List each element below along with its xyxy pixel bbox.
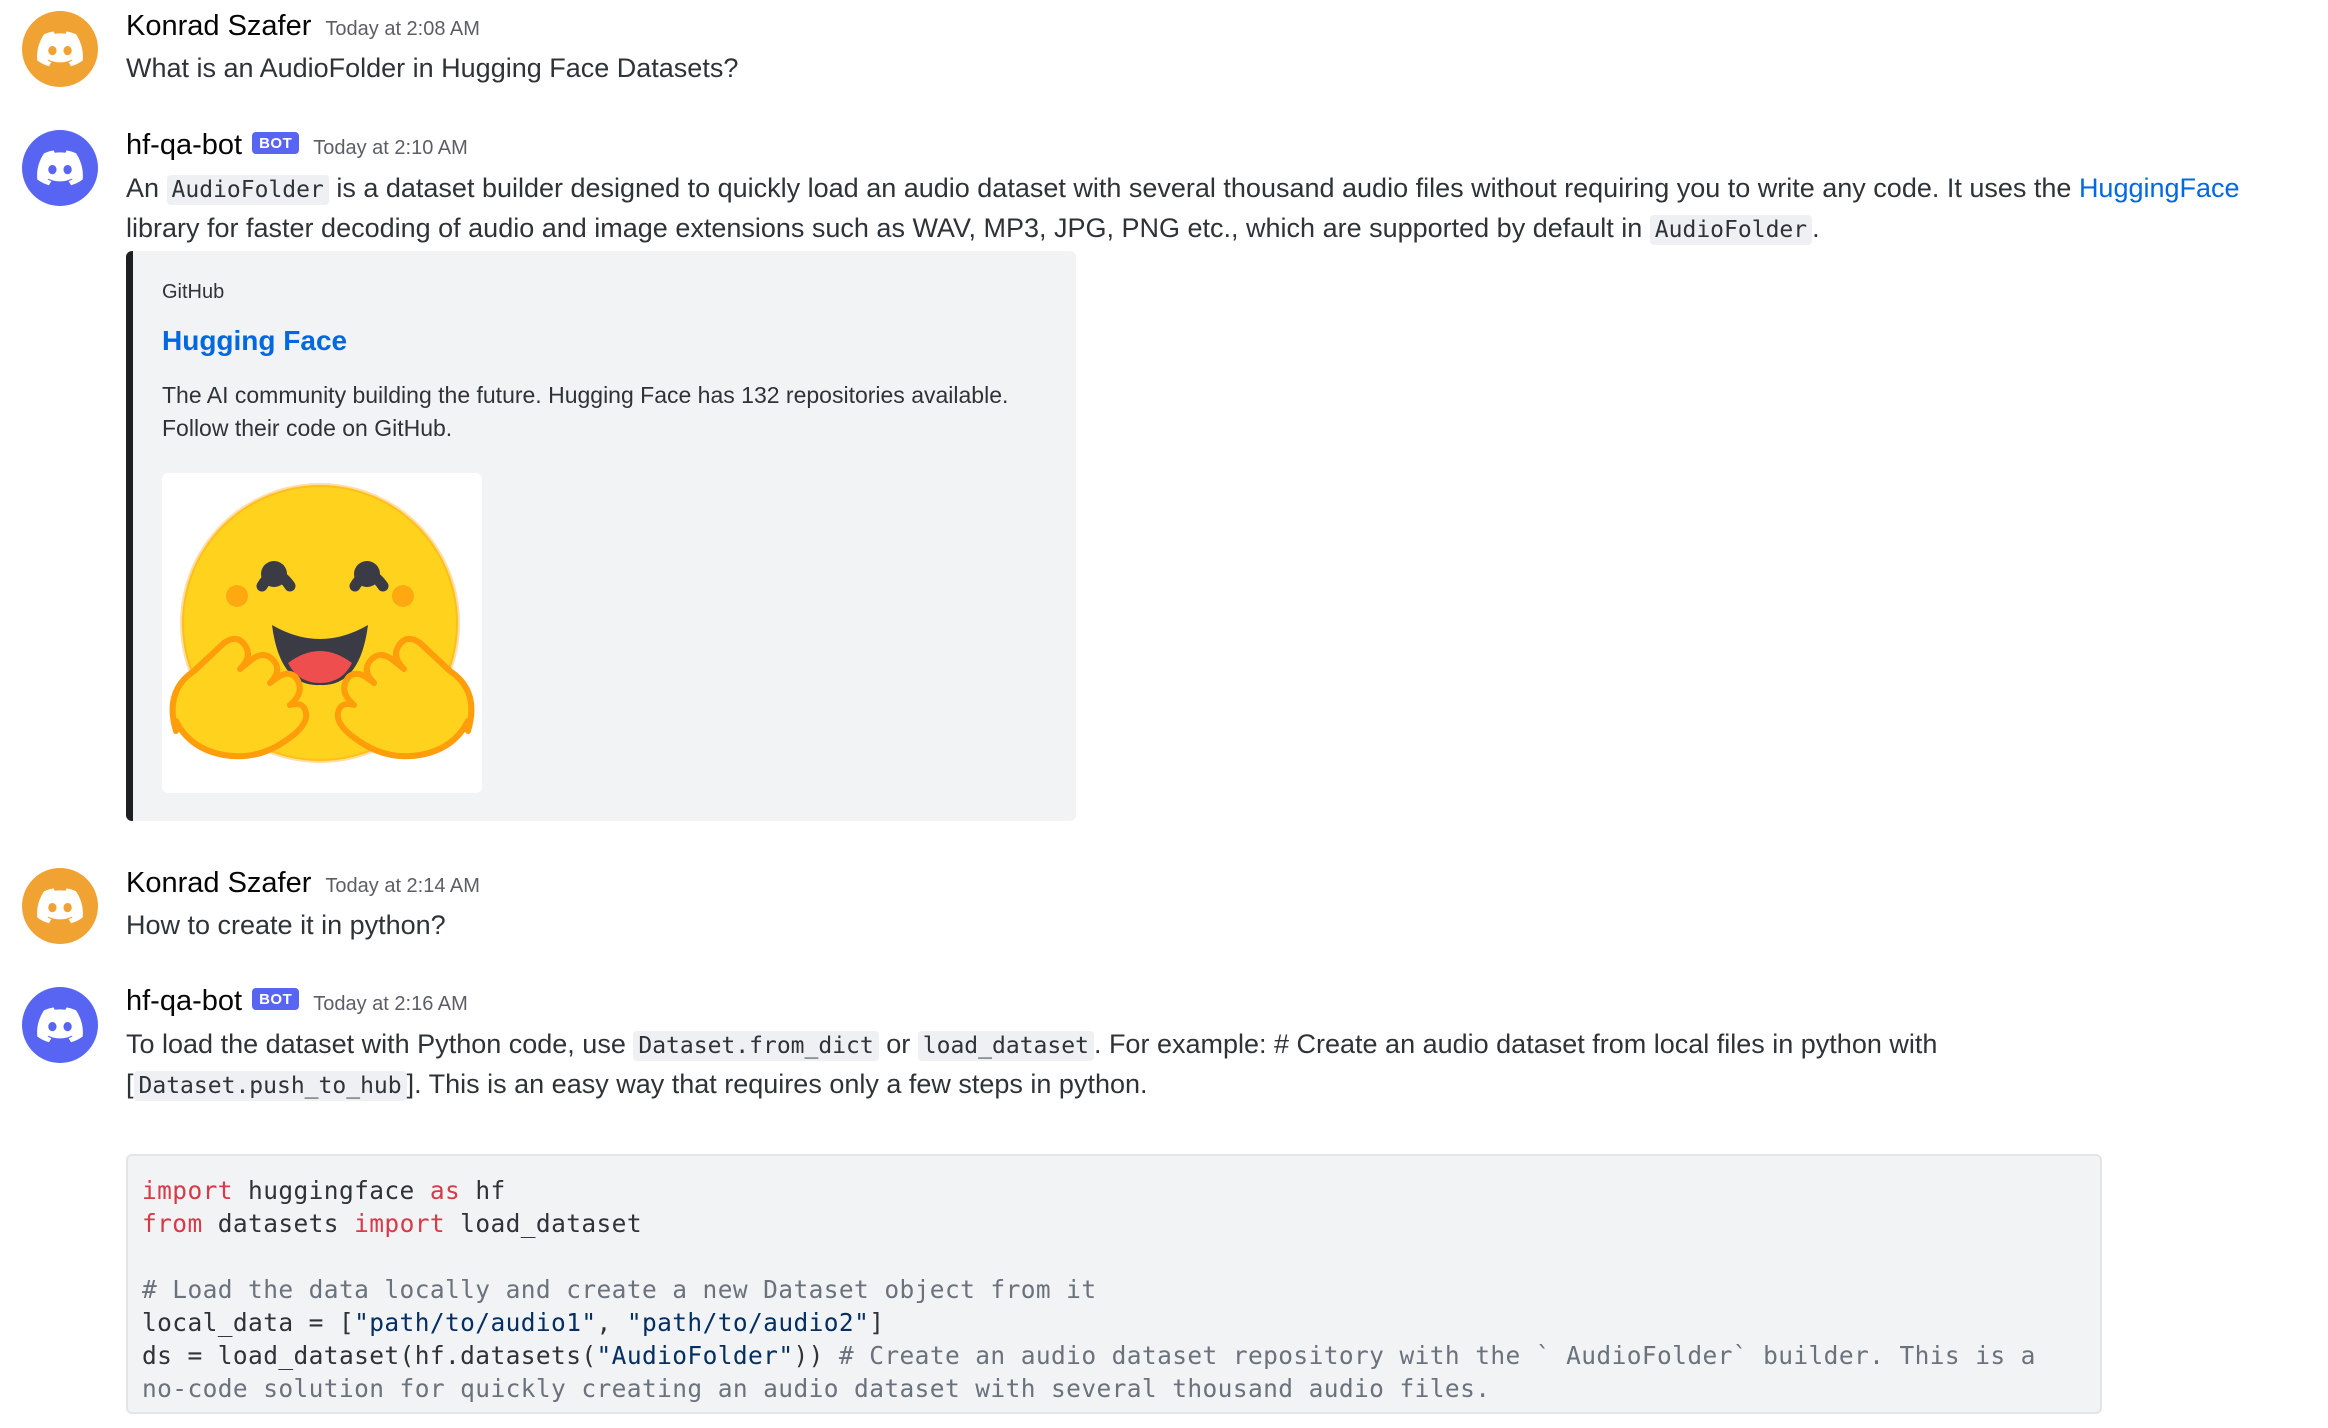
code-line: from datasets import load_dataset — [142, 1207, 2100, 1240]
bot-badge: BOT — [252, 132, 300, 154]
code-text: local_data = [ — [142, 1308, 355, 1337]
code-string: "path/to/audio1" — [354, 1308, 597, 1337]
inline-code: Dataset.from_dict — [633, 1031, 879, 1061]
timestamp[interactable]: Today at 2:14 AM — [325, 875, 480, 898]
embed-description: The AI community building the future. Hu… — [162, 379, 1062, 445]
username[interactable]: Konrad Szafer — [126, 10, 311, 43]
code-keyword: import — [142, 1176, 233, 1205]
username[interactable]: Konrad Szafer — [126, 867, 311, 900]
code-line: local_data = ["path/to/audio1", "path/to… — [142, 1306, 2100, 1339]
message-text: What is an AudioFolder in Hugging Face D… — [126, 53, 739, 83]
timestamp[interactable]: Today at 2:10 AM — [313, 137, 468, 160]
embed-provider: GitHub — [162, 281, 225, 303]
username[interactable]: hf-qa-bot — [126, 985, 242, 1018]
text-segment: library for faster decoding of audio and… — [126, 213, 1650, 243]
code-line: import huggingface as hf — [142, 1174, 2100, 1207]
embed-description-line: Follow their code on GitHub. — [162, 415, 453, 441]
bot-avatar[interactable] — [22, 130, 98, 206]
message-header: hf-qa-bot BOT Today at 2:10 AM — [126, 129, 468, 162]
code-string: "AudioFolder" — [596, 1341, 794, 1370]
message-header: Konrad Szafer Today at 2:14 AM — [126, 867, 480, 900]
timestamp[interactable]: Today at 2:08 AM — [325, 18, 480, 41]
embed-description-line: The AI community building the future. Hu… — [162, 382, 1009, 408]
text-segment: . — [1812, 213, 1820, 243]
code-text: , — [596, 1308, 627, 1337]
code-text: hf — [460, 1176, 506, 1205]
code-text: load_dataset — [445, 1209, 642, 1238]
message-line-2: [Dataset.push_to_hub]. This is an easy w… — [126, 1064, 1148, 1106]
message-header: hf-qa-bot BOT Today at 2:16 AM — [126, 985, 468, 1018]
hugging-face-emoji-icon — [169, 483, 475, 763]
bot-avatar[interactable] — [22, 987, 98, 1063]
code-text: datasets — [202, 1209, 355, 1238]
code-line: # Load the data locally and create a new… — [142, 1273, 2100, 1306]
message-line-1: An AudioFolder is a dataset builder desi… — [126, 168, 2240, 210]
inline-code: Dataset.push_to_hub — [133, 1071, 407, 1101]
code-keyword: import — [354, 1209, 446, 1238]
code-string: "path/to/audio2" — [626, 1308, 870, 1337]
embed-thumbnail[interactable] — [162, 473, 482, 793]
code-comment: no-code solution for quickly creating an… — [142, 1374, 1491, 1403]
text-segment: is a dataset builder designed to quickly… — [328, 173, 2079, 203]
user-avatar[interactable] — [22, 11, 98, 87]
text-segment: [ — [126, 1069, 134, 1099]
message-line-2: library for faster decoding of audio and… — [126, 208, 1820, 250]
text-segment: To load the dataset with Python code, us… — [126, 1029, 634, 1059]
code-text: )) — [793, 1341, 839, 1370]
inline-code: AudioFolder — [1649, 215, 1813, 245]
discord-logo-icon — [37, 888, 83, 924]
discord-logo-icon — [37, 150, 83, 186]
code-keyword: as — [429, 1176, 461, 1205]
code-keyword: from — [142, 1209, 203, 1238]
link-embed: GitHub Hugging Face The AI community bui… — [126, 251, 1076, 821]
timestamp[interactable]: Today at 2:16 AM — [313, 993, 468, 1016]
discord-logo-icon — [37, 1007, 83, 1043]
code-line: ds = load_dataset(hf.datasets("AudioFold… — [142, 1339, 2100, 1372]
text-segment: . For example: # Create an audio dataset… — [1093, 1029, 1938, 1059]
code-comment: # Load the data locally and create a new… — [142, 1275, 1097, 1304]
text-segment: ]. This is an easy way that requires onl… — [406, 1069, 1148, 1099]
code-block[interactable]: import huggingface as hf from datasets i… — [126, 1154, 2102, 1414]
code-text: ] — [869, 1308, 885, 1337]
huggingface-link[interactable]: HuggingFace — [2079, 173, 2240, 203]
code-text: huggingface — [232, 1176, 430, 1205]
discord-logo-icon — [37, 31, 83, 67]
bot-badge: BOT — [252, 988, 300, 1010]
inline-code: load_dataset — [917, 1031, 1094, 1061]
code-text: ds = load_dataset(hf.datasets( — [142, 1341, 597, 1370]
username[interactable]: hf-qa-bot — [126, 129, 242, 162]
inline-code: AudioFolder — [166, 175, 329, 205]
user-avatar[interactable] — [22, 868, 98, 944]
code-line: no-code solution for quickly creating an… — [142, 1372, 2100, 1405]
text-segment: or — [878, 1029, 918, 1059]
embed-title-link[interactable]: Hugging Face — [162, 325, 347, 357]
message-header: Konrad Szafer Today at 2:08 AM — [126, 10, 480, 43]
message-line-1: To load the dataset with Python code, us… — [126, 1024, 1937, 1066]
code-comment: # Create an audio dataset repository wit… — [838, 1341, 2036, 1370]
text-segment: An — [126, 173, 167, 203]
message-text: How to create it in python? — [126, 910, 446, 940]
